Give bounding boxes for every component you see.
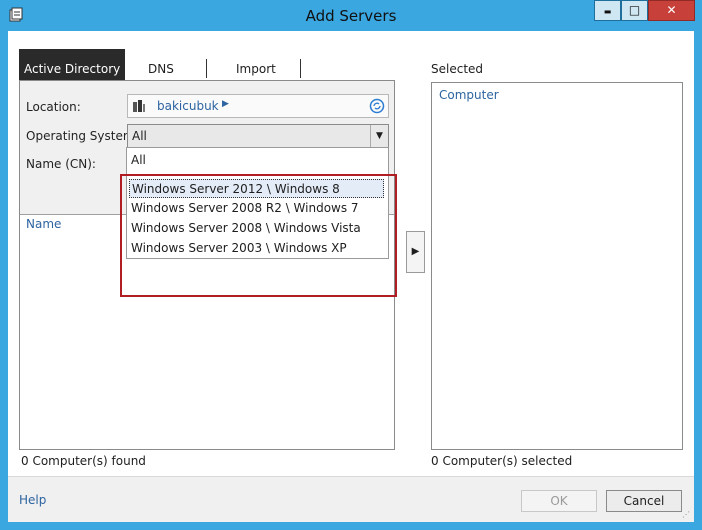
tab-dns[interactable]: DNS [148,49,174,80]
close-icon: ✕ [666,3,677,17]
location-value: bakicubuk [157,99,219,113]
resize-grip-icon[interactable]: ⋰ [682,510,692,520]
tab-active-directory[interactable]: Active Directory [19,49,126,80]
chevron-down-icon[interactable]: ▼ [370,125,388,147]
computers-selected-count: 0 Computer(s) selected [431,454,573,468]
refresh-icon[interactable] [369,98,385,117]
window-frame: Add Servers ▬ □ ✕ Active Directory DNS I… [0,0,702,530]
arrow-right-icon: ▶ [411,246,420,257]
computers-found-count: 0 Computer(s) found [21,454,146,468]
os-option-2008r2[interactable]: Windows Server 2008 R2 \ Windows 7 [131,199,359,218]
minimize-icon: ▬ [603,7,612,16]
chevron-right-icon[interactable]: ▶ [222,99,229,109]
operating-system-select[interactable]: All ▼ [127,124,389,148]
dialog-footer: Help OK Cancel ⋰ [8,476,694,522]
selected-list: Computer [431,82,683,450]
help-link[interactable]: Help [19,493,46,507]
maximize-button[interactable]: □ [621,0,648,21]
location-picker[interactable]: bakicubuk ▶ [127,94,389,118]
operating-system-label: Operating System: [26,129,139,143]
title-bar[interactable]: Add Servers ▬ □ ✕ [0,0,702,32]
computer-column-header[interactable]: Computer [439,88,499,102]
os-option-2008[interactable]: Windows Server 2008 \ Windows Vista [131,219,361,238]
os-option-2003[interactable]: Windows Server 2003 \ Windows XP [131,239,347,258]
name-column-header[interactable]: Name [26,217,61,231]
tab-bar: Active Directory DNS Import [19,49,395,80]
os-option-2012[interactable]: Windows Server 2012 \ Windows 8 [129,179,384,198]
operating-system-dropdown: All Windows Server 2012 \ Windows 8 Wind… [126,147,389,259]
os-option-all[interactable]: All [131,151,146,170]
ok-button[interactable]: OK [521,490,597,512]
location-label: Location: [26,100,81,114]
minimize-button[interactable]: ▬ [594,0,621,21]
add-to-selected-button[interactable]: ▶ [406,231,425,273]
maximize-icon: □ [628,3,641,17]
selected-label: Selected [431,62,484,76]
search-results-panel: Location: bakicubuk ▶ Operating System: … [19,80,395,450]
operating-system-value: All [132,129,147,143]
name-cn-label: Name (CN): [26,157,96,171]
tab-divider [206,59,207,78]
dialog-body: Active Directory DNS Import Location: ba… [8,31,694,522]
domain-icon [132,99,146,116]
tab-divider [300,59,301,78]
close-button[interactable]: ✕ [648,0,695,21]
cancel-button[interactable]: Cancel [606,490,682,512]
tab-import[interactable]: Import [236,49,276,80]
